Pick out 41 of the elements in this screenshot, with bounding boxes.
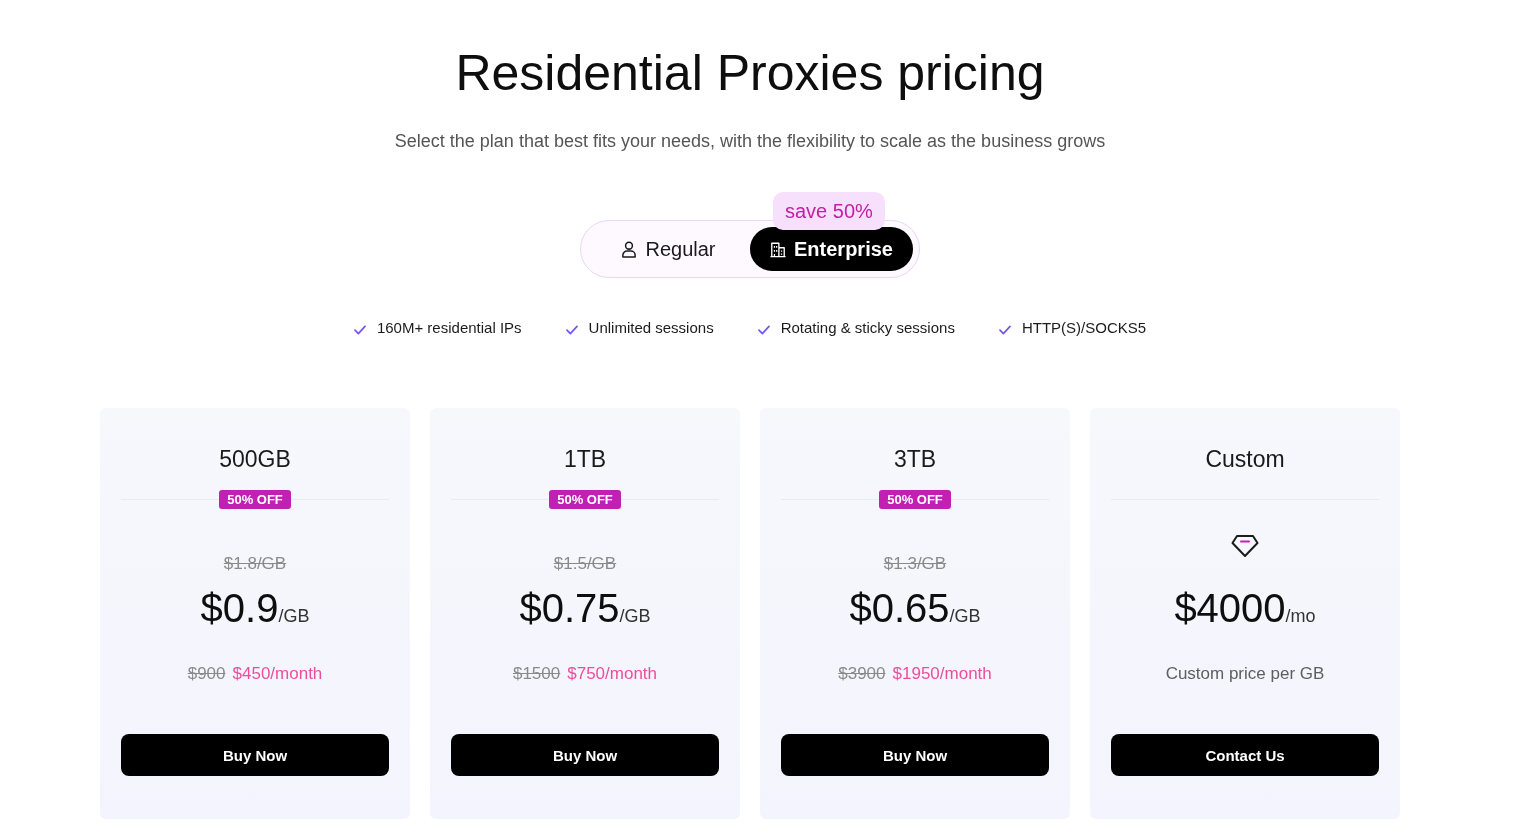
old-monthly-price: $3900	[838, 663, 886, 685]
building-icon	[770, 240, 787, 258]
plan-tab[interactable]: Regular	[587, 227, 750, 271]
price-note: Custom price per GB	[1165, 663, 1325, 685]
plan-button[interactable]: Buy Now	[781, 734, 1049, 776]
feature-text: Unlimited sessions	[588, 318, 714, 338]
price: $0.65/GB	[849, 585, 981, 632]
save-badge: save 50%	[773, 192, 885, 230]
check-icon	[353, 324, 366, 335]
page-subtitle: Select the plan that best fits your needs, with the flexibility to scale as the business grows	[394, 130, 1106, 153]
monthly-price: $450/month	[232, 663, 323, 685]
person-icon	[621, 240, 638, 258]
old-monthly-price: $1500	[512, 663, 561, 685]
plan-button[interactable]: Buy Now	[121, 734, 389, 776]
discount-badge: 50% OFF	[549, 489, 621, 509]
monthly-price: $1950/month	[892, 663, 992, 685]
plan-name: Custom	[1205, 445, 1285, 473]
discount-badge: 50% OFF	[879, 489, 951, 509]
old-unit-price: $1.3/GB	[883, 553, 947, 575]
plan-tab[interactable]: Enterprise	[750, 227, 913, 271]
check-icon	[998, 324, 1011, 335]
feature-text: Rotating & sticky sessions	[780, 318, 955, 338]
price: $4000/mo	[1174, 585, 1316, 632]
plan-button[interactable]: Contact Us	[1111, 734, 1379, 776]
old-monthly-price: $900	[187, 663, 226, 685]
old-unit-price: $1.5/GB	[553, 553, 617, 575]
plan-button[interactable]: Buy Now	[451, 734, 719, 776]
diamond-icon	[1231, 534, 1259, 558]
old-unit-price: $1.8/GB	[223, 553, 287, 575]
price: $0.9/GB	[200, 585, 310, 632]
feature-text: HTTP(S)/SOCKS5	[1021, 318, 1147, 338]
plan-name: 3TB	[893, 445, 937, 473]
feature-text: 160M+ residential IPs	[376, 318, 522, 338]
plan-name: 500GB	[219, 445, 291, 473]
check-icon	[757, 324, 770, 335]
monthly-price: $750/month	[567, 663, 658, 685]
check-icon	[565, 324, 578, 335]
page-title: Residential Proxies pricing	[455, 44, 1045, 103]
price: $0.75/GB	[519, 585, 651, 632]
plan-name: 1TB	[563, 445, 607, 473]
discount-badge: 50% OFF	[219, 489, 291, 509]
